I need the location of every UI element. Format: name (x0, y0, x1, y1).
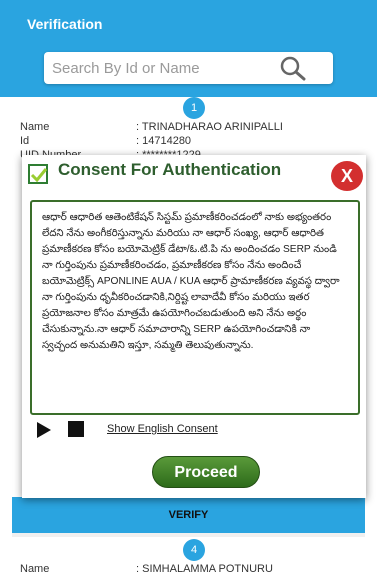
consent-dialog: Consent For Authentication X ఆధార్ ఆధారి… (22, 155, 366, 498)
dialog-title: Consent For Authentication (58, 160, 282, 179)
field-label: Id (20, 135, 30, 147)
field-value: : TRINADHARAO ARINIPALLI (136, 121, 283, 133)
play-icon[interactable] (35, 421, 53, 439)
consent-text: ఆధార్ ఆధారిత ఆతెంటికేషన్ సిస్టమ్ ప్రమాణీ… (30, 200, 360, 415)
list-item[interactable]: 4 Name : SIMHALAMMA POTNURU (12, 537, 365, 577)
verify-button[interactable]: VERIFY (12, 497, 365, 533)
field-label: Name (20, 121, 50, 133)
field-label: Name (20, 563, 50, 575)
field-row: Id : 14714280 (20, 135, 191, 147)
show-english-consent-link[interactable]: Show English Consent (107, 423, 218, 435)
field-row: Name : TRINADHARAO ARINIPALLI (20, 121, 283, 133)
item-number-badge: 1 (183, 97, 205, 119)
item-number-badge: 4 (183, 539, 205, 561)
close-button[interactable]: X (331, 161, 363, 191)
search-input[interactable] (52, 56, 282, 80)
proceed-button[interactable]: Proceed (152, 456, 260, 488)
field-value: : 14714280 (136, 135, 192, 147)
stop-icon[interactable] (68, 421, 84, 437)
field-row: Name : SIMHALAMMA POTNURU (20, 563, 273, 575)
consent-checkbox[interactable] (28, 164, 48, 184)
search-icon[interactable] (277, 54, 309, 82)
field-value: : SIMHALAMMA POTNURU (136, 563, 273, 575)
page-title: Verification (27, 16, 103, 32)
check-icon (30, 168, 48, 183)
